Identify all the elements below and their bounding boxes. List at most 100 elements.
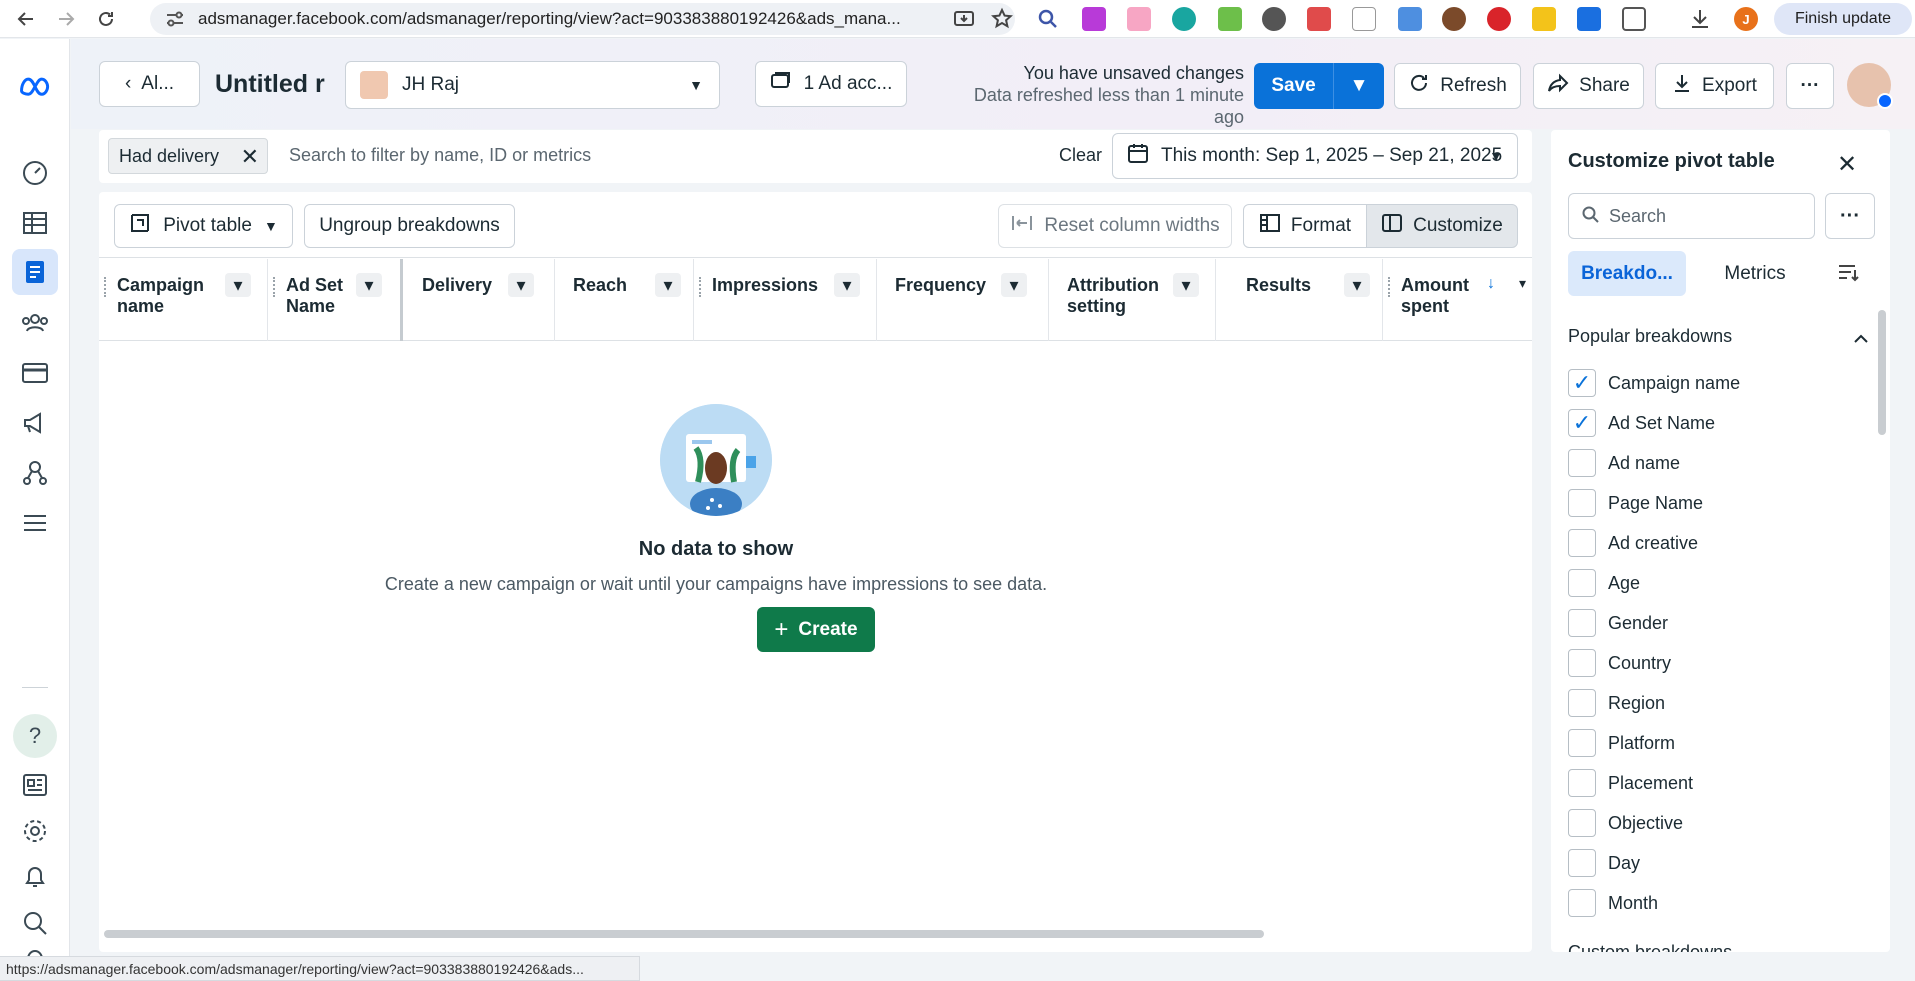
- breakdown-option[interactable]: ✓ Campaign name: [1568, 367, 1868, 399]
- extension-pinterest-icon[interactable]: [1487, 7, 1511, 31]
- panel-more-button[interactable]: ···: [1825, 193, 1875, 239]
- news-icon[interactable]: [19, 769, 51, 801]
- drag-handle-icon[interactable]: [104, 277, 108, 297]
- extension-compass-icon[interactable]: [1262, 7, 1286, 31]
- downloads-icon[interactable]: [1688, 7, 1712, 31]
- sort-order-icon[interactable]: [1837, 262, 1859, 287]
- breakdown-option[interactable]: Age: [1568, 567, 1868, 599]
- extension-bp-icon[interactable]: [1532, 7, 1556, 31]
- finish-update-button[interactable]: Finish update: [1774, 3, 1912, 35]
- column-menu-caret-icon[interactable]: ▾: [1519, 275, 1526, 292]
- column-header-amount-spent[interactable]: Amount spent ↓ ▾: [1383, 259, 1532, 341]
- checkbox-unchecked-icon[interactable]: [1568, 729, 1596, 757]
- drag-handle-icon[interactable]: [699, 277, 703, 297]
- breakdown-option[interactable]: Placement: [1568, 767, 1868, 799]
- tab-metrics[interactable]: Metrics: [1696, 251, 1814, 296]
- checkbox-checked-icon[interactable]: ✓: [1568, 369, 1596, 397]
- breakdown-option[interactable]: Country: [1568, 647, 1868, 679]
- extension-download-icon[interactable]: [1082, 7, 1106, 31]
- checkbox-unchecked-icon[interactable]: [1568, 809, 1596, 837]
- checkbox-unchecked-icon[interactable]: [1568, 489, 1596, 517]
- close-icon[interactable]: ✕: [1837, 150, 1857, 179]
- extension-person-icon[interactable]: [1398, 7, 1422, 31]
- breakdown-option[interactable]: Ad name: [1568, 447, 1868, 479]
- clear-filters-button[interactable]: Clear: [1059, 145, 1102, 166]
- breakdown-option[interactable]: Region: [1568, 687, 1868, 719]
- column-menu-caret-icon[interactable]: ▾: [1173, 273, 1199, 297]
- checkbox-unchecked-icon[interactable]: [1568, 569, 1596, 597]
- bookmark-star-icon[interactable]: [990, 7, 1014, 31]
- user-avatar[interactable]: [1847, 63, 1893, 109]
- filter-chip[interactable]: Had delivery ✕: [108, 138, 268, 174]
- billing-card-icon[interactable]: [19, 357, 51, 389]
- breakdown-option[interactable]: Gender: [1568, 607, 1868, 639]
- save-button[interactable]: Save: [1254, 63, 1334, 109]
- reload-icon[interactable]: [92, 5, 120, 33]
- account-selector[interactable]: JH Raj ▼: [345, 61, 720, 109]
- view-type-dropdown[interactable]: Pivot table ▼: [114, 204, 293, 248]
- column-menu-caret-icon[interactable]: ▾: [834, 273, 860, 297]
- extension-camera-icon[interactable]: [1307, 7, 1331, 31]
- format-button[interactable]: Format: [1243, 204, 1367, 248]
- help-icon[interactable]: ?: [13, 714, 57, 758]
- panel-search-input[interactable]: Search: [1568, 193, 1815, 239]
- browser-profile-avatar[interactable]: J: [1734, 7, 1758, 31]
- extension-plus-icon[interactable]: [1218, 7, 1242, 31]
- column-header-ad-set-name[interactable]: Ad Set Name ▾: [268, 259, 403, 341]
- site-settings-icon[interactable]: [164, 8, 186, 30]
- tab-breakdowns[interactable]: Breakdo...: [1568, 251, 1686, 296]
- back-arrow-icon[interactable]: [12, 5, 40, 33]
- chevron-up-icon[interactable]: [1853, 328, 1869, 349]
- share-button[interactable]: Share: [1533, 63, 1644, 109]
- column-menu-caret-icon[interactable]: ▾: [655, 273, 681, 297]
- back-all-reports-button[interactable]: ‹ Al...: [99, 61, 200, 107]
- more-options-button[interactable]: ···: [1786, 63, 1834, 109]
- save-options-caret-icon[interactable]: ▼: [1334, 63, 1384, 109]
- breakdown-option[interactable]: Objective: [1568, 807, 1868, 839]
- column-menu-caret-icon[interactable]: ▾: [1344, 273, 1370, 297]
- url-text[interactable]: adsmanager.facebook.com/adsmanager/repor…: [198, 9, 938, 29]
- extensions-puzzle-icon[interactable]: [1622, 7, 1646, 31]
- audiences-icon[interactable]: [19, 307, 51, 339]
- filter-search-input[interactable]: Search to filter by name, ID or metrics: [289, 145, 591, 166]
- breakdown-option[interactable]: Day: [1568, 847, 1868, 879]
- extension-instagram-icon[interactable]: [1127, 7, 1151, 31]
- breakdown-option[interactable]: Ad creative: [1568, 527, 1868, 559]
- popular-breakdowns-heading[interactable]: Popular breakdowns: [1568, 326, 1732, 347]
- column-menu-caret-icon[interactable]: ▾: [225, 273, 251, 297]
- extension-doc-icon[interactable]: [1577, 7, 1601, 31]
- column-menu-caret-icon[interactable]: ▾: [508, 273, 534, 297]
- customize-button[interactable]: Customize: [1366, 204, 1518, 248]
- extension-shirt-icon[interactable]: [1172, 7, 1196, 31]
- panel-vertical-scrollbar[interactable]: [1878, 310, 1886, 435]
- column-header-campaign-name[interactable]: Campaign name ▾: [99, 259, 268, 341]
- next-section-heading[interactable]: Custom breakdowns: [1568, 942, 1732, 952]
- checkbox-unchecked-icon[interactable]: [1568, 529, 1596, 557]
- checkbox-unchecked-icon[interactable]: [1568, 649, 1596, 677]
- ad-accounts-button[interactable]: 1 Ad acc...: [755, 61, 907, 107]
- breakdown-option[interactable]: Month: [1568, 887, 1868, 919]
- address-bar[interactable]: adsmanager.facebook.com/adsmanager/repor…: [150, 3, 1015, 35]
- menu-hamburger-icon[interactable]: [19, 507, 51, 539]
- column-menu-caret-icon[interactable]: ▾: [356, 273, 382, 297]
- business-network-icon[interactable]: [19, 457, 51, 489]
- breakdown-option[interactable]: ✓ Ad Set Name: [1568, 407, 1868, 439]
- sort-descending-icon[interactable]: ↓: [1487, 275, 1495, 293]
- checkbox-unchecked-icon[interactable]: [1568, 689, 1596, 717]
- column-header-attribution-setting[interactable]: Attribution setting ▾: [1049, 259, 1216, 341]
- breakdown-option[interactable]: Platform: [1568, 727, 1868, 759]
- checkbox-unchecked-icon[interactable]: [1568, 849, 1596, 877]
- checkbox-unchecked-icon[interactable]: [1568, 769, 1596, 797]
- overview-gauge-icon[interactable]: [19, 157, 51, 189]
- notifications-bell-icon[interactable]: [19, 861, 51, 893]
- checkbox-unchecked-icon[interactable]: [1568, 449, 1596, 477]
- extension-cookie-icon[interactable]: [1442, 7, 1466, 31]
- checkbox-checked-icon[interactable]: ✓: [1568, 409, 1596, 437]
- breakdown-option[interactable]: Page Name: [1568, 487, 1868, 519]
- ungroup-breakdowns-button[interactable]: Ungroup breakdowns: [304, 204, 515, 248]
- reports-icon[interactable]: [12, 249, 58, 295]
- column-header-reach[interactable]: Reach ▾: [555, 259, 694, 341]
- report-title[interactable]: Untitled r: [215, 70, 325, 99]
- meta-logo-icon[interactable]: [19, 69, 51, 101]
- export-button[interactable]: Export: [1655, 63, 1774, 109]
